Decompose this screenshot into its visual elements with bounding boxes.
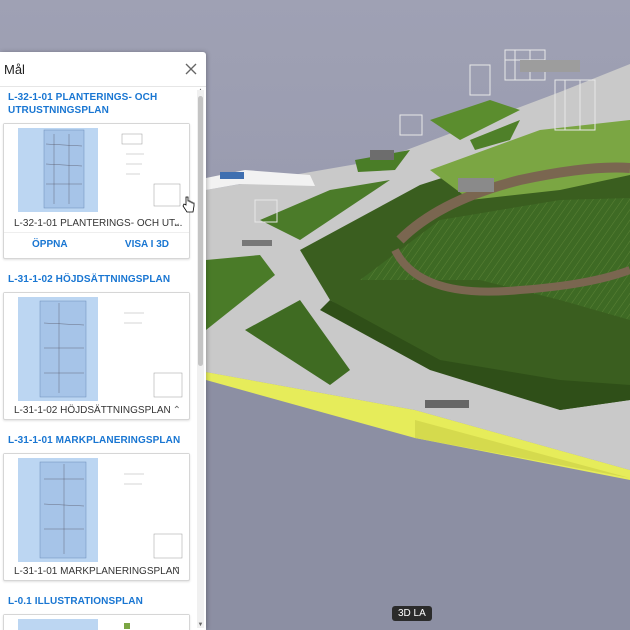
panel-title: Mål <box>4 61 25 77</box>
plan-card[interactable] <box>3 614 190 630</box>
targets-panel: Mål ▲ ▼ L-32-1-01 PLANTERINGS- OCH UTRUS… <box>0 52 206 630</box>
plan-item: L-31-1-01 MARKPLANERINGSPLAN L-31-1-01 M… <box>0 430 196 581</box>
scrollbar[interactable] <box>197 90 204 628</box>
plan-card[interactable]: L-31-1-01 MARKPLANERINGSPLAN ⌃ <box>3 453 190 581</box>
plan-heading[interactable]: L-0.1 ILLUSTRATIONSPLAN <box>0 591 196 608</box>
plan-card[interactable]: L-32-1-01 PLANTERINGS- OCH UT... ⌄ ÖPPNA… <box>3 123 190 259</box>
plan-item: L-31-1-02 HÖJDSÄTTNINGSPLAN L-31-1-02 HÖ… <box>0 269 196 420</box>
scrollbar-thumb[interactable] <box>198 96 203 366</box>
open-button[interactable]: ÖPPNA <box>32 239 68 250</box>
plan-heading[interactable]: L-31-1-01 MARKPLANERINGSPLAN <box>0 430 196 447</box>
view-in-3d-button[interactable]: VISA I 3D <box>125 239 169 250</box>
plan-caption: L-32-1-01 PLANTERINGS- OCH UT... ⌄ <box>4 216 189 232</box>
plan-thumbnail[interactable] <box>4 615 189 630</box>
chevron-down-icon[interactable]: ⌄ <box>173 216 181 232</box>
scroll-down-arrow-icon[interactable]: ▼ <box>197 622 204 628</box>
plan-thumbnail[interactable] <box>4 293 189 403</box>
plan-thumbnail[interactable] <box>4 124 189 216</box>
chevron-up-icon[interactable]: ⌃ <box>173 564 181 580</box>
plan-item: L-32-1-01 PLANTERINGS- OCH UTRUSTNINGSPL… <box>0 87 196 259</box>
plan-caption: L-31-1-01 MARKPLANERINGSPLAN ⌃ <box>4 564 189 580</box>
plan-thumbnail[interactable] <box>4 454 189 564</box>
plan-actions: ÖPPNA VISA I 3D <box>4 232 189 258</box>
plan-heading[interactable]: L-31-1-02 HÖJDSÄTTNINGSPLAN <box>0 269 196 286</box>
panel-header: Mål <box>0 52 206 87</box>
hand-pointer-icon <box>182 196 195 213</box>
view-label-badge: 3D LA <box>392 606 432 621</box>
plan-list: L-32-1-01 PLANTERINGS- OCH UTRUSTNINGSPL… <box>0 87 196 630</box>
plan-card[interactable]: L-31-1-02 HÖJDSÄTTNINGSPLAN ⌃ <box>3 292 190 420</box>
plan-caption: L-31-1-02 HÖJDSÄTTNINGSPLAN ⌃ <box>4 403 189 419</box>
plan-item: L-0.1 ILLUSTRATIONSPLAN <box>0 591 196 630</box>
chevron-up-icon[interactable]: ⌃ <box>173 403 181 419</box>
plan-heading[interactable]: L-32-1-01 PLANTERINGS- OCH UTRUSTNINGSPL… <box>0 87 196 117</box>
close-icon[interactable] <box>184 62 198 76</box>
